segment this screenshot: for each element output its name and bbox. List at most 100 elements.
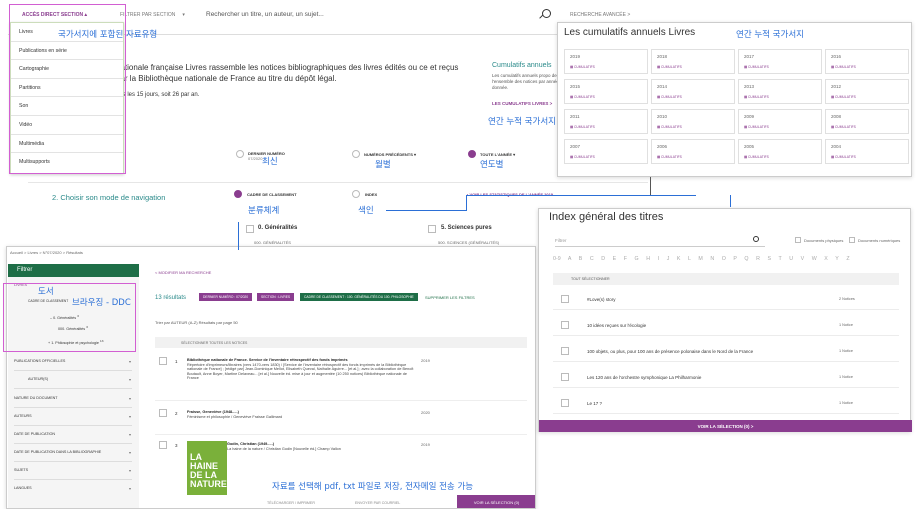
advanced-search-link[interactable]: RECHERCHE AVANCÉE >: [570, 12, 630, 18]
cumulatifs-link[interactable]: ▦ CUMULATIFS: [831, 65, 856, 69]
full-year-label[interactable]: TOUTE L'ANNÉE ▾: [480, 152, 515, 157]
select-all-notices[interactable]: SÉLECTIONNER TOUTES LES NOTICES: [155, 337, 527, 348]
list-item[interactable]: #Love(s) story 2 Notices: [553, 289, 899, 310]
search-icon[interactable]: [542, 9, 551, 18]
radio-previous[interactable]: [352, 150, 360, 158]
cumulatifs-link[interactable]: ▦ CUMULATIFS: [831, 95, 856, 99]
cumulatifs-link[interactable]: ▦ CUMULATIFS: [570, 95, 595, 99]
result-row[interactable]: 2 Fraisse, Geneviève (1948-....) Féminisme…: [155, 407, 527, 435]
view-selection-button[interactable]: VOIR LA SÉLECTION (0) >: [539, 420, 912, 432]
year-cell[interactable]: 2008 ▦ CUMULATIFS: [825, 109, 909, 134]
index-panel-title: Index général des titres: [549, 211, 664, 223]
class5-checkbox[interactable]: [428, 225, 436, 233]
view-selection-button[interactable]: VOIR LA SÉLECTION (0): [457, 495, 535, 508]
year-cell[interactable]: 2019 ▦ CUMULATIFS: [564, 49, 648, 74]
filter-section-dropdown[interactable]: FILTRER PAR SECTION ▾: [120, 12, 185, 18]
year-label: 2005: [744, 144, 755, 149]
annotation-browse: 브라우징 - DDC: [72, 298, 131, 308]
year-cell[interactable]: 2012 ▦ CUMULATIFS: [825, 79, 909, 104]
cumulatifs-link[interactable]: ▦ CUMULATIFS: [831, 155, 856, 159]
year-cell[interactable]: 2005 ▦ CUMULATIFS: [738, 139, 822, 164]
search-input[interactable]: Rechercher un titre, un auteur, un sujet…: [206, 11, 324, 18]
filter-header: Filtrer: [8, 264, 139, 277]
connector-line: [466, 195, 467, 211]
year-cell[interactable]: 2016 ▦ CUMULATIFS: [825, 49, 909, 74]
year-cell[interactable]: 2014 ▦ CUMULATIFS: [651, 79, 735, 104]
year-label: 2007: [570, 144, 581, 149]
radio-last[interactable]: [236, 150, 244, 158]
filter-tag[interactable]: CADRE DE CLASSEMENT : 100. GÉNÉRALITÉS D…: [300, 293, 418, 301]
cumulatifs-link[interactable]: ▦ CUMULATIFS: [657, 125, 682, 129]
connector-line: [730, 195, 731, 207]
last-number-date: 07/2020: [248, 156, 263, 161]
search-icon[interactable]: [753, 236, 759, 242]
book-cover[interactable]: LA HAINE DE LA NATURE: [187, 441, 227, 495]
email-button[interactable]: ENVOYER PAR COURRIEL: [355, 501, 400, 505]
year-cell[interactable]: 2004 ▦ CUMULATIFS: [825, 139, 909, 164]
year-cell[interactable]: 2017 ▦ CUMULATIFS: [738, 49, 822, 74]
physical-docs-checkbox[interactable]: [795, 237, 801, 243]
cumulatifs-panel: Les cumulatifs annuels Livres 연간 누적 국가서지…: [557, 22, 912, 177]
index-label: INDEX: [365, 192, 378, 197]
year-cell[interactable]: 2015 ▦ CUMULATIFS: [564, 79, 648, 104]
annotation-latest: 최신: [262, 157, 278, 167]
year-cell[interactable]: 2007 ▦ CUMULATIFS: [564, 139, 648, 164]
facet-date-biblio[interactable]: DATE DE PUBLICATION DANS LA BIBLIOGRAPHI…: [14, 450, 134, 454]
list-item[interactable]: 100 objets, ou plus, pour 100 ans de pré…: [553, 341, 899, 362]
index-filter-input[interactable]: Filtrer: [555, 235, 765, 247]
class5-label: 5. Sciences pures: [441, 225, 492, 231]
digital-docs-checkbox[interactable]: [849, 237, 855, 243]
year-cell[interactable]: 2006 ▦ CUMULATIFS: [651, 139, 735, 164]
highlight-outline: [3, 283, 136, 352]
list-item[interactable]: Le 17 ? 1 Notice: [553, 393, 899, 414]
year-label: 2008: [831, 114, 842, 119]
year-cell[interactable]: 2009 ▦ CUMULATIFS: [738, 109, 822, 134]
download-print-button[interactable]: TÉLÉCHARGER / IMPRIMER: [267, 501, 315, 505]
facet-nature[interactable]: NATURE DU DOCUMENT: [14, 396, 134, 400]
select-all-row[interactable]: TOUT SÉLECTIONNER: [553, 273, 899, 285]
annotation-index: 색인: [358, 206, 374, 216]
list-item[interactable]: 10 idées reçues sur l'écologie 1 Notice: [553, 315, 899, 336]
year-label: 2017: [744, 54, 755, 59]
cumulatifs-link[interactable]: ▦ CUMULATIFS: [657, 95, 682, 99]
year-cell[interactable]: 2011 ▦ CUMULATIFS: [564, 109, 648, 134]
list-item[interactable]: Les 120 ans de l'orchestre symphonique L…: [553, 367, 899, 388]
cumulatifs-link[interactable]: ▦ CUMULATIFS: [744, 95, 769, 99]
facet-date-pub[interactable]: DATE DE PUBLICATION: [14, 432, 134, 436]
cumulatifs-link[interactable]: ▦ CUMULATIFS: [570, 155, 595, 159]
cumulatifs-link[interactable]: ▦ CUMULATIFS: [657, 65, 682, 69]
year-cell[interactable]: 2018 ▦ CUMULATIFS: [651, 49, 735, 74]
connector-line: [386, 210, 466, 211]
year-cell[interactable]: 2013 ▦ CUMULATIFS: [738, 79, 822, 104]
cumulatifs-link[interactable]: ▦ CUMULATIFS: [570, 125, 595, 129]
filter-tag[interactable]: DERNIER NUMÉRO : 07/2020: [199, 293, 253, 301]
year-label: 2010: [657, 114, 668, 119]
alphabet-nav[interactable]: 0-9 A B C D E F G H I J K L M N O P Q R …: [553, 256, 903, 262]
previous-numbers-label[interactable]: NUMÉROS PRÉCÉDENTS ▾: [364, 152, 416, 157]
cumulatifs-link[interactable]: ▦ CUMULATIFS: [744, 65, 769, 69]
facet-auteurs[interactable]: AUTEURS: [14, 414, 134, 418]
class0-checkbox[interactable]: [246, 225, 254, 233]
radio-cadre[interactable]: [234, 190, 242, 198]
nav-mode-title: 2. Choisir son mode de navigation: [52, 193, 166, 202]
result-row[interactable]: 1 Bibliothèque nationale de France. Servi…: [155, 355, 527, 401]
cumulatifs-link[interactable]: ▦ CUMULATIFS: [744, 125, 769, 129]
cumulatifs-link[interactable]: ▦ CUMULATIFS: [744, 155, 769, 159]
cumulatifs-link[interactable]: ▦ CUMULATIFS: [831, 125, 856, 129]
cumulatifs-link[interactable]: LES CUMULATIFS LIVRES >: [492, 101, 552, 106]
modify-search-link[interactable]: < MODIFIER MA RECHERCHE: [155, 270, 211, 275]
year-label: 2014: [657, 84, 668, 89]
radio-index[interactable]: [352, 190, 360, 198]
filter-tag[interactable]: SECTION : LIVRES: [257, 293, 295, 301]
remove-filters-link[interactable]: SUPPRIMER LES FILTRES: [425, 295, 475, 300]
annotation-yearly: 연도별: [480, 160, 504, 170]
facet-pubs[interactable]: PUBLICATIONS OFFICIELLES: [14, 359, 134, 363]
year-cell[interactable]: 2010 ▦ CUMULATIFS: [651, 109, 735, 134]
cumulatifs-link[interactable]: ▦ CUMULATIFS: [570, 65, 595, 69]
frequency-text: ous les 15 jours, soit 26 par an.: [116, 92, 200, 98]
radio-year[interactable]: [468, 150, 476, 158]
cumulatifs-link[interactable]: ▦ CUMULATIFS: [657, 155, 682, 159]
sort-controls[interactable]: Trier par AUTEUR (A-Z) Résultats par pag…: [155, 320, 238, 325]
facet-sujets[interactable]: SUJETS: [14, 468, 134, 472]
facet-langues[interactable]: LANGUES: [14, 486, 134, 490]
